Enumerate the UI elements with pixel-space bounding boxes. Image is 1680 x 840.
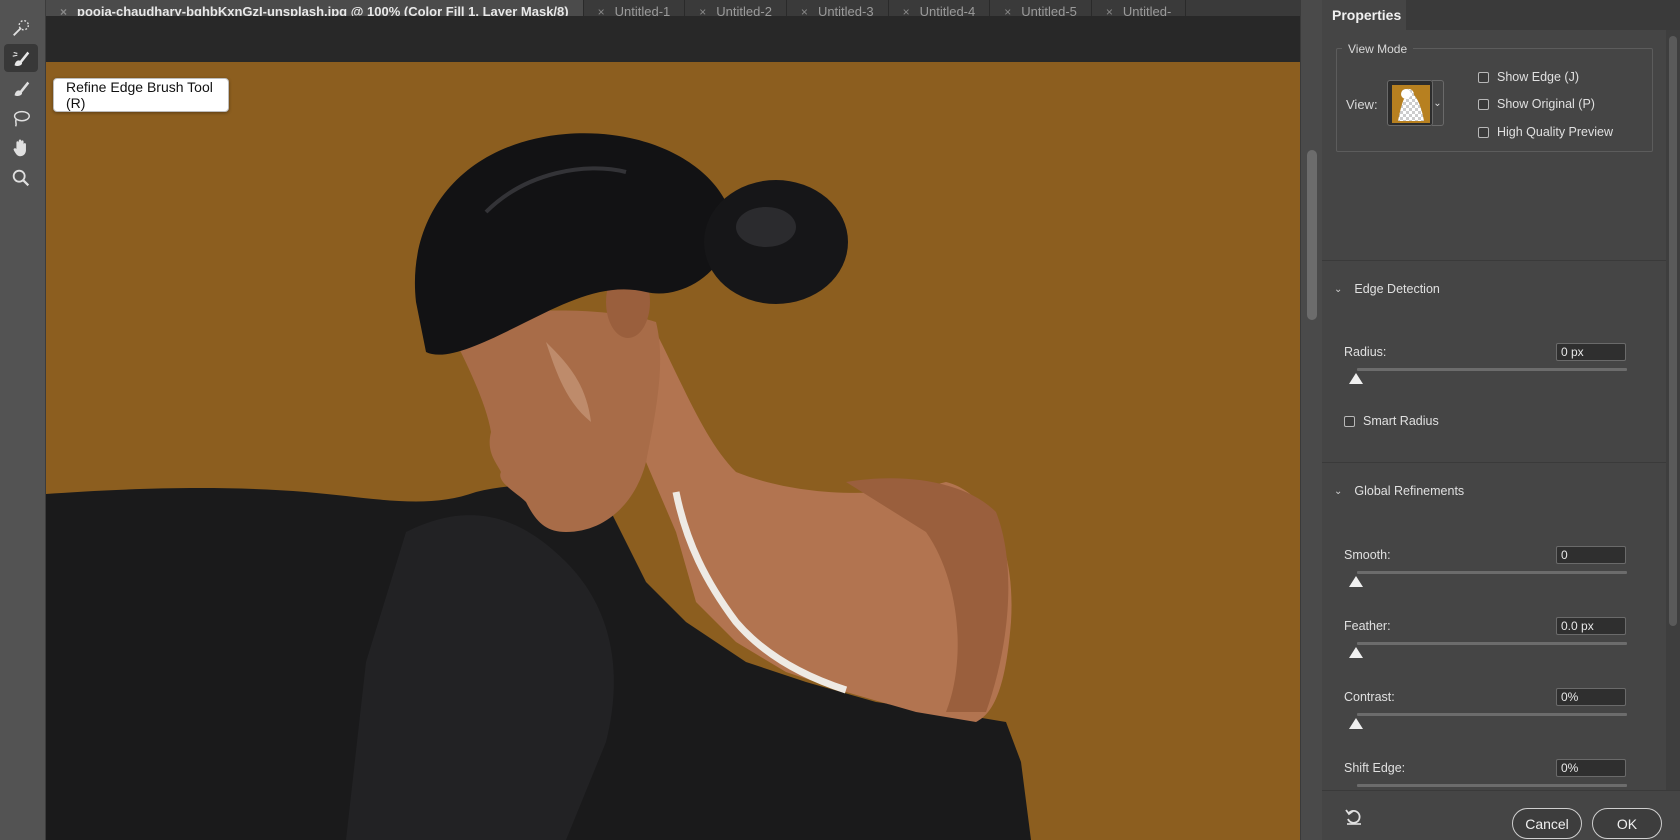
document-tab[interactable]: × Untitled- bbox=[1092, 0, 1187, 16]
properties-panel: Properties View Mode View: ⌄ Show Edge (… bbox=[1322, 0, 1680, 840]
chevron-down-icon: ⌄ bbox=[1334, 485, 1343, 497]
view-mode-dropdown-chevron-icon[interactable]: ⌄ bbox=[1432, 80, 1444, 126]
panel-scrollbar-thumb[interactable] bbox=[1669, 36, 1677, 626]
view-mode-thumbnail[interactable] bbox=[1387, 80, 1433, 126]
shift-edge-slider-track[interactable] bbox=[1357, 784, 1627, 787]
shift-edge-label: Shift Edge: bbox=[1344, 761, 1406, 775]
cancel-button[interactable]: Cancel bbox=[1512, 808, 1582, 839]
smart-radius-checkbox[interactable] bbox=[1344, 415, 1355, 427]
section-divider bbox=[1322, 260, 1666, 261]
tools-panel bbox=[0, 0, 46, 840]
document-tab-label: Untitled-4 bbox=[919, 4, 976, 16]
close-icon[interactable]: × bbox=[1106, 6, 1113, 16]
hand-tool[interactable] bbox=[4, 134, 38, 162]
show-original-checkbox[interactable] bbox=[1478, 98, 1489, 110]
lasso-icon bbox=[13, 110, 30, 127]
radius-label: Radius: bbox=[1344, 345, 1387, 359]
view-label: View: bbox=[1346, 97, 1378, 112]
panel-footer: Cancel OK bbox=[1322, 790, 1680, 840]
radius-slider-thumb[interactable] bbox=[1349, 373, 1363, 384]
canvas-vertical-scrollbar[interactable] bbox=[1300, 0, 1322, 840]
show-edge-label: Show Edge (J) bbox=[1497, 70, 1579, 84]
radius-input[interactable]: 0 px bbox=[1556, 343, 1626, 361]
smooth-slider-track[interactable] bbox=[1357, 571, 1627, 574]
global-refinements-title: Global Refinements bbox=[1354, 484, 1465, 498]
show-original-option[interactable]: Show Original (P) bbox=[1478, 97, 1595, 111]
edge-detection-title: Edge Detection bbox=[1354, 282, 1440, 296]
document-tab[interactable]: × Untitled-5 bbox=[990, 0, 1092, 16]
show-edge-checkbox[interactable] bbox=[1478, 71, 1489, 83]
document-tab-label: Untitled-2 bbox=[716, 4, 772, 16]
contrast-label: Contrast: bbox=[1344, 690, 1395, 704]
document-tab-label: Untitled-3 bbox=[817, 4, 874, 16]
close-icon[interactable]: × bbox=[699, 6, 706, 16]
refine-edge-brush-tool[interactable] bbox=[4, 44, 38, 72]
feather-slider-thumb[interactable] bbox=[1349, 647, 1363, 658]
feather-label: Feather: bbox=[1344, 619, 1391, 633]
panel-header: Properties bbox=[1322, 0, 1680, 30]
panel-scrollbar[interactable] bbox=[1666, 30, 1680, 790]
contrast-slider-thumb[interactable] bbox=[1349, 718, 1363, 729]
show-original-label: Show Original (P) bbox=[1497, 97, 1595, 111]
contrast-input[interactable]: 0% bbox=[1556, 688, 1626, 706]
contrast-slider-track[interactable] bbox=[1357, 713, 1627, 716]
smart-radius-label: Smart Radius bbox=[1363, 414, 1439, 428]
high-quality-preview-option[interactable]: High Quality Preview bbox=[1478, 125, 1613, 139]
view-preview-icon bbox=[1392, 85, 1430, 123]
document-tab-label: Untitled-5 bbox=[1021, 4, 1077, 16]
close-icon[interactable]: × bbox=[60, 6, 67, 16]
close-icon[interactable]: × bbox=[598, 6, 605, 16]
hand-icon bbox=[13, 139, 26, 157]
document-tab-label: pooja-chaudhary-bqhbKxnGzI-unsplash.jpg … bbox=[77, 4, 569, 16]
photo-subject bbox=[46, 133, 1031, 840]
lasso-tool[interactable] bbox=[4, 104, 38, 132]
document-tab[interactable]: × Untitled-3 bbox=[787, 0, 889, 16]
section-divider bbox=[1322, 462, 1666, 463]
view-mode-legend: View Mode bbox=[1342, 42, 1414, 56]
canvas-pasteboard bbox=[46, 16, 1300, 62]
close-icon[interactable]: × bbox=[903, 6, 910, 16]
document-tab-label: Untitled- bbox=[1122, 4, 1172, 16]
global-refinements-header[interactable]: ⌄ Global Refinements bbox=[1334, 484, 1464, 498]
smooth-label: Smooth: bbox=[1344, 548, 1391, 562]
document-canvas[interactable] bbox=[46, 62, 1300, 840]
chevron-down-icon: ⌄ bbox=[1334, 283, 1343, 295]
document-tab-label: Untitled-1 bbox=[614, 4, 671, 16]
reset-icon[interactable] bbox=[1344, 807, 1364, 827]
document-tabs: × pooja-chaudhary-bqhbKxnGzI-unsplash.jpg… bbox=[46, 0, 1300, 16]
quick-selection-tool[interactable] bbox=[4, 14, 38, 42]
edge-detection-header[interactable]: ⌄ Edge Detection bbox=[1334, 282, 1440, 296]
close-icon[interactable]: × bbox=[1004, 6, 1011, 16]
feather-input[interactable]: 0.0 px bbox=[1556, 617, 1626, 635]
refine-edge-brush-icon bbox=[12, 51, 30, 66]
document-tab[interactable]: × Untitled-4 bbox=[889, 0, 991, 16]
high-quality-preview-checkbox[interactable] bbox=[1478, 126, 1489, 138]
smart-radius-option[interactable]: Smart Radius bbox=[1344, 414, 1439, 428]
zoom-tool[interactable] bbox=[4, 164, 38, 192]
high-quality-preview-label: High Quality Preview bbox=[1497, 125, 1614, 139]
document-tab[interactable]: × pooja-chaudhary-bqhbKxnGzI-unsplash.jpg… bbox=[46, 0, 584, 16]
ok-button[interactable]: OK bbox=[1592, 808, 1662, 839]
smooth-slider-thumb[interactable] bbox=[1349, 576, 1363, 587]
tab-properties[interactable]: Properties bbox=[1322, 0, 1406, 30]
document-tab[interactable]: × Untitled-2 bbox=[685, 0, 787, 16]
tool-tooltip: Refine Edge Brush Tool (R) bbox=[53, 78, 229, 112]
zoom-icon bbox=[12, 169, 30, 187]
close-icon[interactable]: × bbox=[801, 6, 808, 16]
shift-edge-input[interactable]: 0% bbox=[1556, 759, 1626, 777]
brush-tool[interactable] bbox=[4, 74, 38, 102]
show-edge-option[interactable]: Show Edge (J) bbox=[1478, 70, 1579, 84]
scrollbar-thumb[interactable] bbox=[1307, 150, 1317, 320]
document-tab[interactable]: × Untitled-1 bbox=[584, 0, 686, 16]
quick-selection-icon bbox=[13, 19, 30, 36]
feather-slider-track[interactable] bbox=[1357, 642, 1627, 645]
brush-icon bbox=[14, 81, 30, 96]
smooth-input[interactable]: 0 bbox=[1556, 546, 1626, 564]
radius-slider-track[interactable] bbox=[1357, 368, 1627, 371]
